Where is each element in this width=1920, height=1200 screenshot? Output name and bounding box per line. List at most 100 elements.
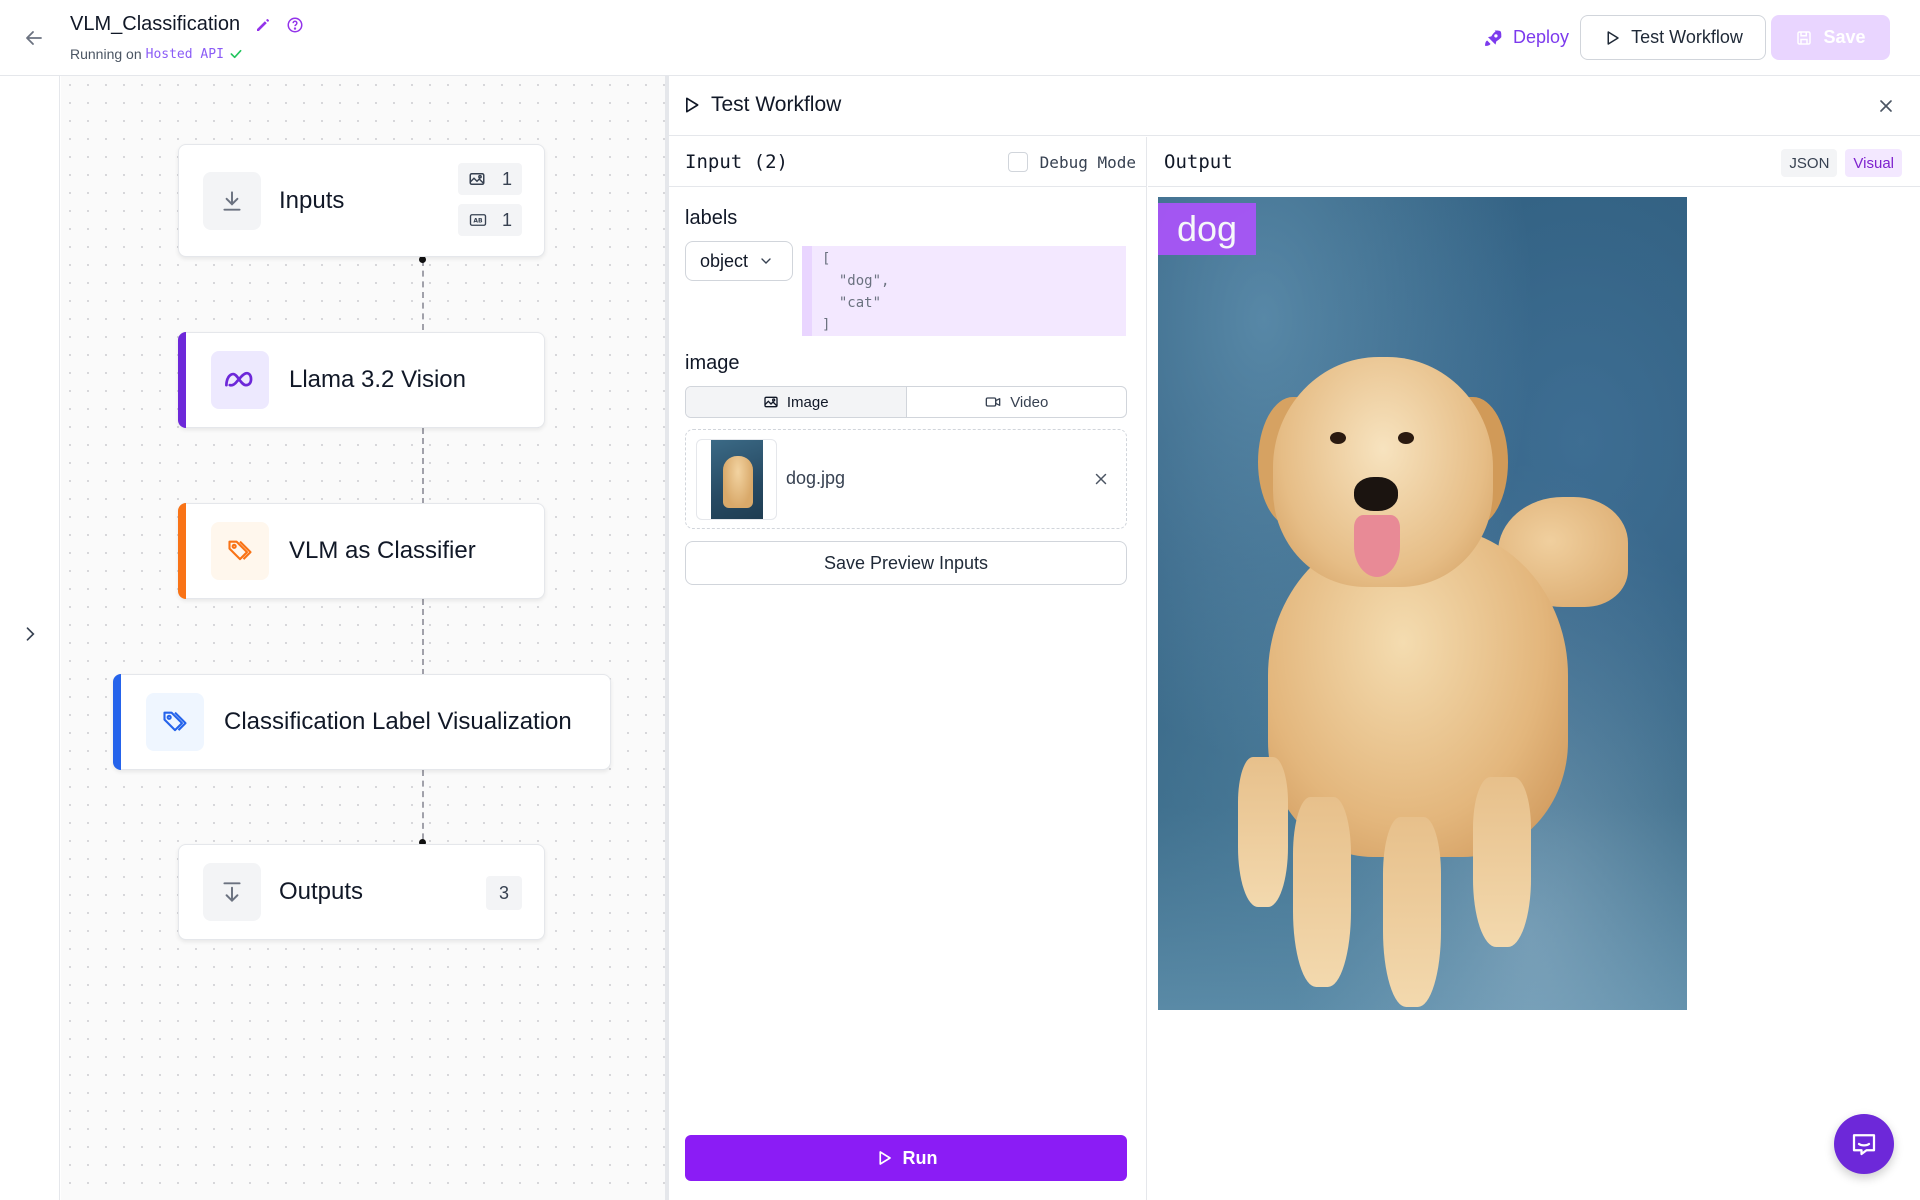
play-icon <box>681 95 701 115</box>
badge-count: 1 <box>501 168 512 189</box>
node-label: Outputs <box>279 878 364 905</box>
back-arrow-icon[interactable] <box>22 26 46 50</box>
floppy-save-icon <box>1795 29 1813 47</box>
tag-icon <box>211 522 269 580</box>
image-thumbnail <box>696 439 777 520</box>
dog-photo-part <box>1398 432 1414 444</box>
input-header: Input (2) Debug Mode <box>669 137 1146 187</box>
node-accent <box>178 503 186 599</box>
image-icon <box>763 394 779 410</box>
select-value: object <box>700 250 749 271</box>
pencil-edit-icon[interactable] <box>254 16 272 34</box>
output-visualization-image: dog <box>1158 197 1687 1010</box>
node-classification-visualization[interactable]: Classification Label Visualization <box>113 674 611 770</box>
chevron-down-icon <box>758 253 774 269</box>
edge-connector <box>422 770 424 850</box>
image-dropzone[interactable]: dog.jpg <box>685 429 1127 529</box>
check-icon <box>228 46 244 62</box>
dog-photo-part <box>1238 757 1288 907</box>
visual-view-button[interactable]: Visual <box>1845 149 1902 177</box>
dog-photo-part <box>1330 432 1346 444</box>
node-llama-vision[interactable]: Llama 3.2 Vision <box>178 332 545 428</box>
remove-file-icon[interactable] <box>1092 470 1110 488</box>
download-icon <box>203 171 261 230</box>
play-icon <box>1603 29 1621 47</box>
node-label: Inputs <box>279 186 345 214</box>
download-icon <box>203 863 261 921</box>
debug-mode-toggle[interactable]: Debug Mode <box>1007 152 1136 172</box>
save-preview-inputs-button[interactable]: Save Preview Inputs <box>685 541 1127 585</box>
video-icon <box>984 394 1002 410</box>
deploy-button[interactable]: Deploy <box>1462 15 1590 60</box>
run-button[interactable]: Run <box>685 1135 1127 1181</box>
dog-photo-part <box>1473 777 1531 947</box>
output-title: Output <box>1164 151 1233 173</box>
panel-title: Test Workflow <box>711 93 842 116</box>
image-field-label: image <box>685 352 740 374</box>
video-tab[interactable]: Video <box>907 387 1127 417</box>
dog-photo-part <box>1354 477 1398 511</box>
test-workflow-button[interactable]: Test Workflow <box>1580 15 1766 60</box>
edge-connector <box>422 599 424 675</box>
edge-connector <box>422 260 424 330</box>
test-workflow-label: Test Workflow <box>1631 27 1743 47</box>
node-outputs[interactable]: Outputs 3 <box>178 844 545 940</box>
image-tab-label: Image <box>786 393 829 411</box>
run-label: Run <box>902 1147 938 1168</box>
deploy-label: Deploy <box>1512 27 1570 47</box>
badge-count: 1 <box>501 209 512 230</box>
edge-connector <box>422 428 424 504</box>
input-column: Input (2) Debug Mode labels object [ "do… <box>669 137 1147 1200</box>
workflow-title: VLM_Classification <box>70 13 241 35</box>
media-type-toggle: Image Video <box>685 386 1127 418</box>
node-inputs[interactable]: Inputs 1 AB 1 <box>178 144 545 257</box>
debug-mode-checkbox[interactable] <box>1007 152 1028 172</box>
status-host: Hosted API <box>145 46 224 62</box>
dog-photo-part <box>1383 817 1441 1007</box>
chat-launcher-button[interactable] <box>1834 1114 1894 1174</box>
dog-photo-part <box>1293 797 1351 987</box>
chat-icon <box>1849 1129 1879 1159</box>
status-prefix: Running on <box>70 46 142 62</box>
prediction-label: dog <box>1158 203 1256 255</box>
debug-mode-label: Debug Mode <box>1039 152 1136 172</box>
edge-handle <box>419 256 426 263</box>
rocket-icon <box>1483 28 1503 48</box>
test-panel-header: Test Workflow <box>669 76 1920 136</box>
json-view-button[interactable]: JSON <box>1781 149 1838 177</box>
workflow-canvas[interactable]: Inputs 1 AB 1 Llama 3.2 Vision VLM as Cl… <box>61 76 665 1200</box>
help-circle-icon[interactable] <box>286 16 304 34</box>
text-input-badge: AB 1 <box>458 204 522 236</box>
output-header: Output JSON Visual <box>1148 137 1920 187</box>
node-vlm-classifier[interactable]: VLM as Classifier <box>178 503 545 599</box>
labels-json-editor[interactable]: [ "dog", "cat" ] <box>802 246 1126 336</box>
output-column: Output JSON Visual dog <box>1148 137 1920 1200</box>
save-button[interactable]: Save <box>1771 15 1890 60</box>
top-header: VLM_Classification Running on Hosted API… <box>0 0 1920 76</box>
text-ab-icon: AB <box>468 211 488 229</box>
play-icon <box>875 1149 893 1167</box>
close-icon[interactable] <box>1876 96 1896 116</box>
tag-icon <box>146 693 204 751</box>
dog-photo-part <box>1354 515 1400 577</box>
image-tab[interactable]: Image <box>686 387 907 417</box>
left-rail <box>0 76 60 1200</box>
file-name: dog.jpg <box>786 468 846 488</box>
output-view-toggle: JSON Visual <box>1781 149 1902 177</box>
svg-text:AB: AB <box>473 218 483 225</box>
meta-logo-icon <box>211 351 269 409</box>
labels-field-label: labels <box>685 207 738 229</box>
outputs-count-badge: 3 <box>486 876 522 910</box>
running-status: Running on Hosted API <box>70 46 244 62</box>
chevron-right-icon[interactable] <box>20 624 40 644</box>
image-icon <box>468 170 486 188</box>
node-accent <box>178 332 186 428</box>
node-label: Llama 3.2 Vision <box>289 366 466 393</box>
node-label: Classification Label Visualization <box>224 708 572 735</box>
save-label: Save <box>1823 27 1866 47</box>
node-label: VLM as Classifier <box>289 537 476 564</box>
image-input-badge: 1 <box>458 163 522 195</box>
node-accent <box>113 674 121 770</box>
labels-type-select[interactable]: object <box>685 241 793 281</box>
video-tab-label: Video <box>1010 393 1049 411</box>
